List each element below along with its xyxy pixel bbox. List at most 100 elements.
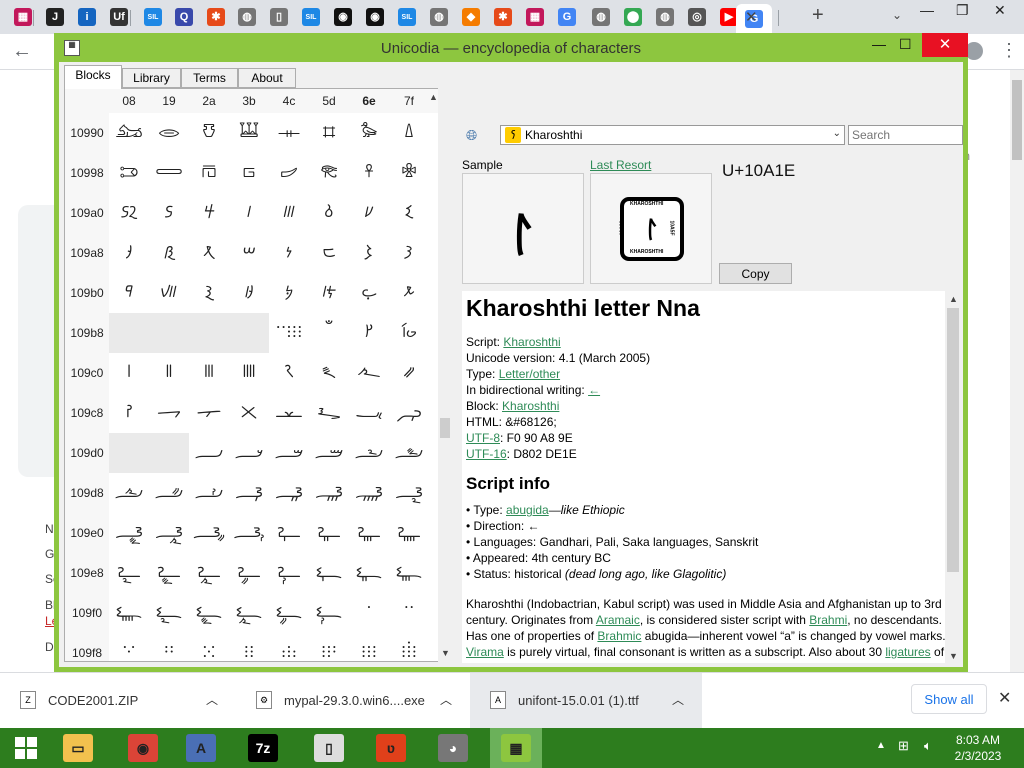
grid-character-cell[interactable]: 𐦗 xyxy=(389,113,429,153)
volume-icon[interactable]: 🔈︎ xyxy=(924,738,932,754)
browser-tab[interactable]: Uf xyxy=(106,4,132,30)
grid-character-cell[interactable]: 𐦪 xyxy=(189,233,229,273)
grid-character-cell[interactable]: 𐦳 xyxy=(229,273,269,313)
grid-character-cell[interactable]: 𐧟 xyxy=(389,473,429,513)
grid-character-cell[interactable]: 𐧜 xyxy=(269,473,309,513)
grid-character-cell[interactable]: 𐧚 xyxy=(189,473,229,513)
grid-scrollbar-thumb[interactable] xyxy=(440,418,450,438)
browser-tab[interactable]: ◍ xyxy=(234,4,260,30)
browser-tab[interactable]: ✱ xyxy=(490,4,516,30)
grid-character-cell[interactable]: 𐧹 xyxy=(149,633,189,661)
grid-character-cell[interactable]: 𐦕 xyxy=(309,113,349,153)
grid-character-cell[interactable]: 𐦩 xyxy=(149,233,189,273)
browser-tab[interactable]: ⬤ xyxy=(620,4,646,30)
browser-tab[interactable]: ◆ xyxy=(458,4,484,30)
grid-character-cell[interactable]: 𐧾 xyxy=(349,633,389,661)
taskbar-app-button[interactable]: ◉ xyxy=(117,728,169,768)
grid-character-cell[interactable]: 𐧎 xyxy=(349,393,389,433)
grid-character-cell[interactable]: 𐧽 xyxy=(309,633,349,661)
browser-restore-icon[interactable]: ❐ xyxy=(956,2,969,19)
grid-character-cell[interactable]: 𐧱 xyxy=(149,593,189,633)
grid-character-cell[interactable]: 𐦜 xyxy=(269,153,309,193)
network-icon[interactable]: ⊞ xyxy=(898,738,909,754)
chevron-up-icon[interactable]: ︿ xyxy=(672,691,684,708)
grid-character-cell[interactable]: 𐧡 xyxy=(149,513,189,553)
window-maximize-icon[interactable]: ☐ xyxy=(899,36,912,53)
browser-tab[interactable]: Q xyxy=(171,4,197,30)
abugida-link[interactable]: abugida xyxy=(506,503,549,517)
grid-character-cell[interactable]: 𐧷 xyxy=(389,593,429,633)
download-item[interactable]: ⚙ mypal-29.3.0.win6....exe ︿ xyxy=(236,673,470,729)
grid-character-cell[interactable]: 𐦘 xyxy=(109,153,149,193)
grid-character-cell[interactable]: 𐦱 xyxy=(149,273,189,313)
grid-character-cell[interactable]: 𐦨 xyxy=(109,233,149,273)
grid-character-cell[interactable]: 𐦽 xyxy=(309,313,349,353)
grid-character-cell[interactable]: 𐧊 xyxy=(189,393,229,433)
grid-character-cell[interactable]: 𐧛 xyxy=(229,473,269,513)
browser-close-icon[interactable]: ✕ xyxy=(994,2,1006,19)
grid-character-cell[interactable]: 𐦢 xyxy=(189,193,229,233)
utf16-link[interactable]: UTF-16 xyxy=(466,447,507,461)
browser-tab[interactable]: ◉ xyxy=(330,4,356,30)
start-button[interactable] xyxy=(0,728,52,768)
taskbar-app-button[interactable]: ʋ xyxy=(365,728,417,768)
grid-character-cell[interactable]: 𐧙 xyxy=(149,473,189,513)
grid-character-cell[interactable]: 𐦖 xyxy=(349,113,389,153)
tab-close-icon[interactable]: ✕ xyxy=(745,8,758,26)
tab-search-chevron-icon[interactable]: ⌄ xyxy=(892,8,902,22)
grid-character-cell[interactable]: 𐧴 xyxy=(269,593,309,633)
grid-character-cell[interactable]: 𐧩 xyxy=(149,553,189,593)
grid-character-cell[interactable]: 𐧼 xyxy=(269,633,309,661)
grid-character-cell[interactable]: 𐦙 xyxy=(149,153,189,193)
grid-character-cell[interactable]: 𐧈 xyxy=(109,393,149,433)
chevron-up-icon[interactable]: ︿ xyxy=(440,691,452,708)
grid-character-cell[interactable]: 𐦐 xyxy=(109,113,149,153)
grid-character-cell[interactable]: 𐦤 xyxy=(269,193,309,233)
grid-character-cell[interactable]: 𐧺 xyxy=(189,633,229,661)
grid-character-cell[interactable]: 𐧉 xyxy=(149,393,189,433)
grid-character-cell[interactable]: 𐦲 xyxy=(189,273,229,313)
grid-character-cell[interactable]: 𐧖 xyxy=(349,433,389,473)
grid-character-cell[interactable]: 𐦷 xyxy=(389,273,429,313)
grid-character-cell[interactable]: 𐧃 xyxy=(229,353,269,393)
grid-character-cell[interactable]: 𐧔 xyxy=(269,433,309,473)
taskbar-clock[interactable]: 8:03 AM 2/3/2023 xyxy=(948,732,1008,764)
browser-tab[interactable]: ✱ xyxy=(203,4,229,30)
grid-character-cell[interactable]: 𐧕 xyxy=(309,433,349,473)
grid-scroll-up-icon[interactable]: ▲ xyxy=(429,92,438,102)
grid-character-cell[interactable]: 𐧢 xyxy=(189,513,229,553)
grid-character-cell[interactable]: 𐧧 xyxy=(389,513,429,553)
grid-character-cell[interactable]: 𐧯 xyxy=(389,553,429,593)
grid-character-cell[interactable]: 𐧣 xyxy=(229,513,269,553)
download-item[interactable]: Z CODE2001.ZIP ︿ xyxy=(0,673,236,729)
grid-character-cell[interactable]: 𐦵 xyxy=(309,273,349,313)
grid-character-cell[interactable]: 𐧿 xyxy=(389,633,429,661)
browser-tab[interactable]: SIL xyxy=(140,4,166,30)
info-scroll-up-icon[interactable]: ▲ xyxy=(949,294,958,304)
grid-character-cell[interactable]: 𐧋 xyxy=(229,393,269,433)
virama-link[interactable]: Virama xyxy=(466,645,504,659)
grid-character-cell[interactable]: 𐧅 xyxy=(309,353,349,393)
grid-character-cell[interactable]: 𐧥 xyxy=(309,513,349,553)
browser-tab[interactable]: ◍ xyxy=(426,4,452,30)
grid-character-cell[interactable]: 𐦣 xyxy=(229,193,269,233)
grid-character-cell[interactable]: 𐧆 xyxy=(349,353,389,393)
grid-character-cell[interactable]: 𐧘 xyxy=(109,473,149,513)
grid-character-cell[interactable]: 𐧵 xyxy=(309,593,349,633)
language-globe-icon[interactable]: 🌐︎ xyxy=(466,127,484,145)
new-tab-button[interactable]: + xyxy=(812,4,824,27)
utf8-link[interactable]: UTF-8 xyxy=(466,431,500,445)
grid-character-cell[interactable]: 𐧸 xyxy=(109,633,149,661)
grid-scroll-down-icon[interactable]: ▼ xyxy=(441,648,450,658)
script-select[interactable]: 𐨣 Kharoshthi ⌄ xyxy=(500,125,845,145)
search-input[interactable] xyxy=(848,125,963,145)
tab-terms[interactable]: Terms xyxy=(181,68,238,88)
grid-character-cell[interactable]: 𐦦 xyxy=(349,193,389,233)
grid-character-cell[interactable]: 𐧄 xyxy=(269,353,309,393)
grid-character-cell[interactable]: 𐧁 xyxy=(149,353,189,393)
grid-character-cell[interactable]: 𐧒 xyxy=(189,433,229,473)
grid-character-cell[interactable]: 𐦬 xyxy=(269,233,309,273)
taskbar-app-button[interactable]: A xyxy=(175,728,227,768)
grid-character-cell[interactable]: 𐧶 xyxy=(349,593,389,633)
grid-character-cell[interactable]: 𐧞 xyxy=(349,473,389,513)
